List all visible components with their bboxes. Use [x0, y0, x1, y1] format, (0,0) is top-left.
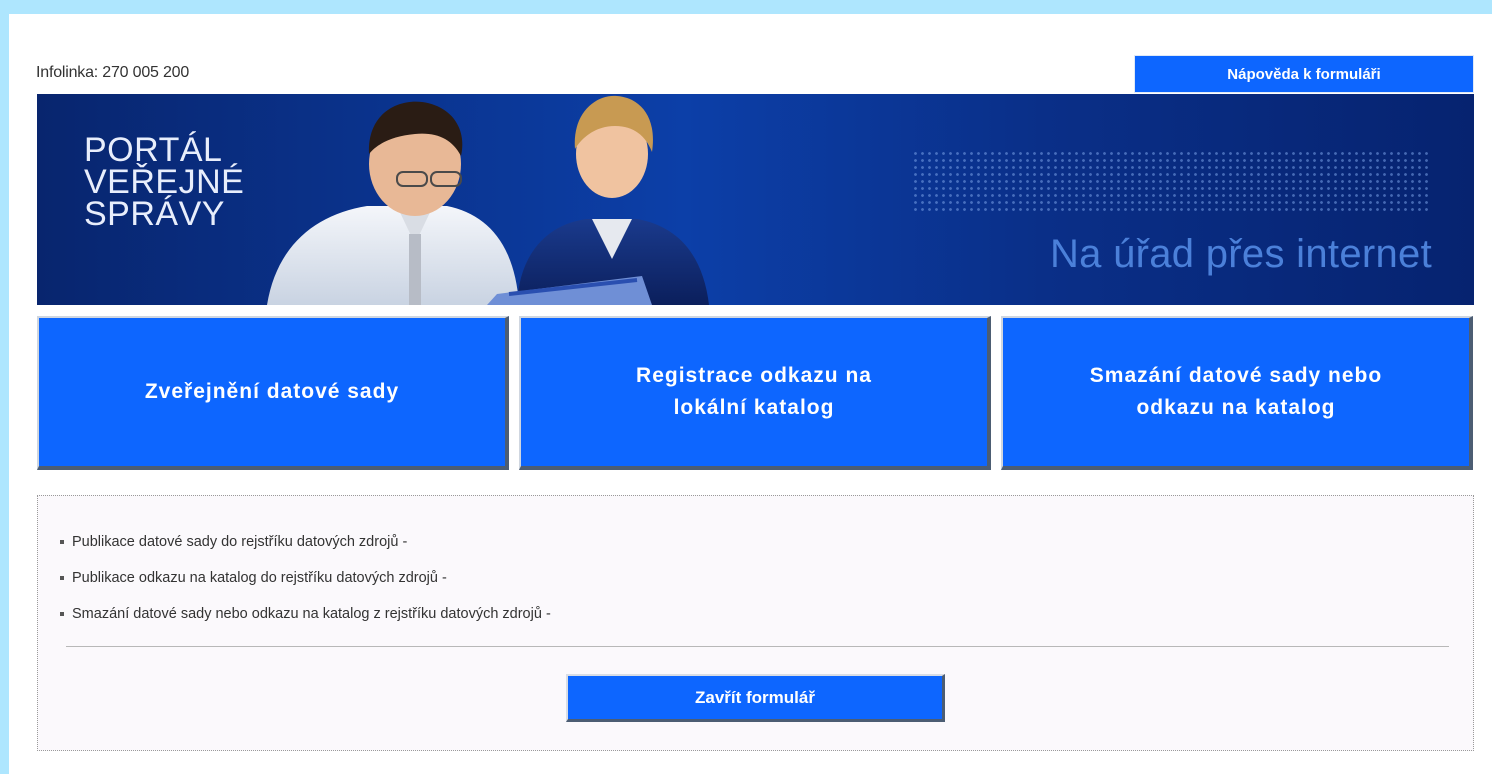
dot-pattern: [912, 150, 1432, 214]
bullet-icon: [60, 576, 64, 580]
info-panel: Publikace datové sady do rejstříku datov…: [37, 495, 1474, 751]
list-item-text: Smazání datové sady nebo odkazu na katal…: [72, 606, 551, 622]
close-form-button[interactable]: Zavřít formulář: [566, 674, 945, 722]
infoline-text: Infolinka: 270 005 200: [36, 64, 190, 81]
delete-dataset-button[interactable]: Smazání datové sady nebo odkazu na katal…: [1001, 316, 1473, 470]
list-item-text: Publikace odkazu na katalog do rejstříku…: [72, 570, 447, 586]
help-button[interactable]: Nápověda k formuláři: [1134, 55, 1474, 93]
register-catalog-link-button[interactable]: Registrace odkazu na lokální katalog: [519, 316, 991, 470]
tile-label: Zveřejnění datové sady: [144, 380, 400, 403]
list-item: Publikace datové sady do rejstříku datov…: [60, 524, 551, 560]
publish-dataset-button[interactable]: Zveřejnění datové sady: [37, 316, 509, 470]
list-item: Smazání datové sady nebo odkazu na katal…: [60, 596, 551, 632]
bullet-icon: [60, 612, 64, 616]
banner-photo: [267, 95, 709, 305]
action-tiles: Zveřejnění datové sady Registrace odkazu…: [37, 316, 1474, 470]
divider: [66, 646, 1449, 647]
portal-banner: PORTÁL VEŘEJNÉ SPRÁVY Na úřad přes inter…: [37, 94, 1474, 305]
portal-logo: PORTÁL VEŘEJNÉ SPRÁVY: [84, 131, 245, 233]
logo-line-3: SPRÁVY: [84, 195, 225, 233]
list-item-text: Publikace datové sady do rejstříku datov…: [72, 534, 408, 550]
list-item: Publikace odkazu na katalog do rejstříku…: [60, 560, 551, 596]
logo-line-2: VEŘEJNÉ: [84, 163, 245, 201]
banner-tagline: Na úřad přes internet: [1049, 232, 1432, 276]
logo-line-1: PORTÁL: [84, 131, 223, 169]
tile-label: Registrace odkazu na lokální katalog: [636, 364, 872, 419]
page-container: Infolinka: 270 005 200 Nápověda k formul…: [9, 14, 1492, 774]
bullet-icon: [60, 540, 64, 544]
info-list: Publikace datové sady do rejstříku datov…: [60, 524, 551, 632]
tile-label: Smazání datové sady nebo odkazu na katal…: [1089, 364, 1383, 419]
